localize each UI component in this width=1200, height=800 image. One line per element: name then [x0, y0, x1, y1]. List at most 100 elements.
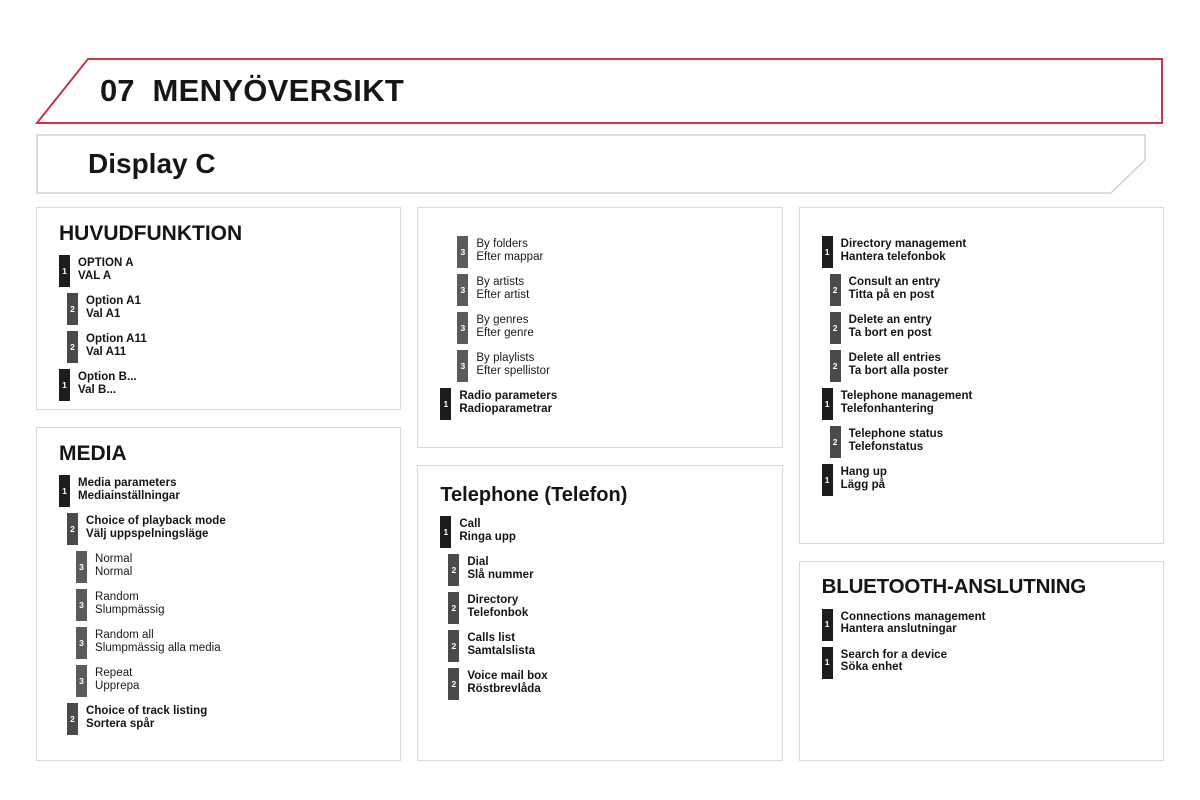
menu-entry-labels: Delete all entries Ta bort alla poster	[849, 350, 949, 378]
menu-entry-label-sv: Röstbrevlåda	[467, 682, 541, 695]
menu-entry-label-sv: Hantera anslutningar	[840, 623, 957, 636]
menu-entry-label-en: Dial	[467, 556, 489, 568]
entry-list-media: 1 Media parameters Mediainställningar 2 Choi…	[59, 475, 386, 736]
entry-list-media-continued: 3 By folders Efter mappar 3 By artists Efter …	[440, 236, 767, 420]
level-badge: 2	[448, 592, 460, 624]
menu-entry-label-en: By folders	[476, 238, 528, 250]
menu-entry: 2 Directory Telefonbok	[448, 592, 767, 624]
level-badge: 1	[821, 388, 833, 420]
chapter-heading: 07 MENYÖVERSIKT	[100, 58, 404, 124]
level-badge: 2	[448, 554, 460, 586]
menu-entry-labels: Repeat Upprepa	[95, 665, 139, 693]
menu-entry-label-en: Directory management	[840, 238, 967, 250]
menu-entry-label-en: Random	[95, 591, 139, 604]
menu-entry-labels: Random Slumpmässig	[95, 589, 165, 617]
menu-entry-label-sv: Val B...	[78, 383, 117, 396]
menu-entry-label-sv: Mediainställningar	[78, 489, 180, 502]
menu-entry-labels: By genres Efter genre	[476, 312, 533, 340]
display-subtitle: Display C	[88, 148, 216, 179]
entry-list-huvudfunktion: 1 OPTION A VAL A 2 Option A1 Val A1 2 Option A1…	[59, 255, 386, 402]
entry-list-bluetooth: 1 Connections management Hantera anslutnin…	[821, 608, 1149, 679]
menu-entry-label-en: Choice of track listing	[86, 705, 208, 718]
menu-entry-label-en: Normal	[95, 553, 133, 566]
level-badge: 1	[821, 646, 833, 679]
menu-entry: 1 Call Ringa upp	[440, 516, 767, 548]
page-title: MENYÖVERSIKT	[152, 73, 405, 108]
menu-entry-labels: Connections management Hantera anslutning…	[841, 609, 986, 637]
menu-entry-label-sv: Ta bort en post	[848, 326, 932, 339]
menu-entry: 2 Telephone status Telefonstatus	[829, 426, 1149, 458]
menu-entry: 3 By playlists Efter spellistor	[457, 350, 767, 382]
level-badge: 3	[457, 236, 469, 268]
panel-title-media: MEDIA	[59, 442, 127, 465]
menu-entry-labels: By folders Efter mappar	[476, 236, 543, 264]
menu-entry: 1 Telephone management Telefonhantering	[821, 388, 1149, 420]
menu-entry: 2 Delete all entries Ta bort alla poster	[829, 350, 1149, 382]
menu-entry-label-sv: Välj uppspelningsläge	[86, 527, 209, 540]
menu-entry-label-sv: Sortera spår	[86, 717, 155, 730]
menu-entry: 3 Normal Normal	[76, 551, 386, 584]
menu-entry-label-en: Voice mail box	[467, 670, 548, 682]
chapter-number: 07	[100, 73, 135, 108]
menu-entry-label-sv: Telefonstatus	[848, 440, 924, 453]
column-right: 1 Directory management Hantera telefonbok 2…	[798, 207, 1164, 761]
entry-list-directory: 1 Directory management Hantera telefonbok 2…	[821, 236, 1149, 496]
menu-entry-labels: Choice of track listing Sortera spår	[86, 703, 207, 731]
menu-entry-labels: Search for a device Söka enhet	[841, 647, 947, 675]
menu-entry: 3 Random all Slumpmässig alla media	[76, 627, 386, 660]
menu-entry-label-en: Delete an entry	[848, 314, 932, 326]
menu-entry: 2 Option A11 Val A11	[67, 331, 386, 364]
manual-page: 07 MENYÖVERSIKT Display C HUVUDFUNKTION …	[0, 0, 1200, 800]
level-badge: 3	[76, 551, 87, 584]
menu-entry-label-en: By genres	[476, 314, 529, 326]
menu-entry: 1 Connections management Hantera anslutnin…	[821, 608, 1149, 641]
level-badge: 2	[829, 350, 841, 382]
menu-entry: 2 Option A1 Val A1	[67, 293, 386, 326]
menu-entry-label-en: Media parameters	[78, 477, 177, 490]
menu-entry-label-en: Hang up	[840, 466, 888, 478]
menu-entry-labels: Radio parameters Radioparametrar	[459, 388, 557, 416]
panel-media: MEDIA 1 Media parameters Mediainställninga…	[36, 427, 402, 761]
menu-entry-labels: Telephone status Telefonstatus	[849, 426, 944, 454]
menu-entry-label-en: Telephone management	[840, 390, 973, 402]
menu-entry: 1 Radio parameters Radioparametrar	[440, 388, 767, 420]
level-badge: 2	[67, 331, 78, 364]
menu-entry-labels: Telephone management Telefonhantering	[841, 388, 973, 416]
level-badge: 2	[67, 293, 78, 326]
menu-entry-labels: Dial Slå nummer	[467, 554, 533, 582]
level-badge: 3	[457, 312, 469, 344]
menu-entry-label-en: OPTION A	[78, 257, 134, 270]
menu-entry: 2 Consult an entry Titta på en post	[829, 274, 1149, 306]
menu-entry: 1 Option B... Val B...	[59, 369, 386, 402]
menu-entry-labels: Random all Slumpmässig alla media	[95, 627, 221, 655]
menu-entry: 3 By artists Efter artist	[457, 274, 767, 306]
menu-entry-label-en: Option A11	[86, 333, 147, 346]
panel-media-continued: 3 By folders Efter mappar 3 By artists Efter …	[417, 207, 783, 448]
level-badge: 1	[440, 388, 452, 420]
menu-entry-label-sv: Telefonbok	[467, 606, 529, 619]
menu-entry-label-sv: Samtalslista	[467, 644, 536, 657]
level-badge: 2	[829, 274, 841, 306]
menu-entry: 3 By folders Efter mappar	[457, 236, 767, 268]
menu-entry-labels: Option A11 Val A11	[86, 331, 147, 359]
menu-entry-label-sv: Telefonhantering	[840, 402, 934, 415]
menu-entry-label-sv: Slå nummer	[467, 568, 534, 581]
menu-entry-labels: Option A1 Val A1	[86, 293, 141, 321]
menu-entry-label-en: Repeat	[95, 667, 133, 680]
panel-huvudfunktion: HUVUDFUNKTION 1 OPTION A VAL A 2 Option A1 Va…	[36, 207, 402, 410]
menu-entry-label-en: Radio parameters	[459, 390, 558, 402]
panel-bluetooth: BLUETOOTH-ANSLUTNING 1 Connections manage…	[798, 561, 1164, 761]
menu-entry-label-sv: Efter genre	[476, 326, 534, 339]
level-badge: 1	[59, 475, 70, 508]
level-badge: 2	[67, 513, 78, 546]
column-left: HUVUDFUNKTION 1 OPTION A VAL A 2 Option A1 Va…	[36, 207, 402, 761]
level-badge: 2	[448, 630, 460, 662]
menu-entry-label-sv: Radioparametrar	[459, 402, 553, 415]
menu-entry-label-en: Random all	[95, 629, 154, 642]
menu-entry-labels: Option B... Val B...	[78, 369, 137, 397]
menu-entry-labels: Delete an entry Ta bort en post	[849, 312, 932, 340]
menu-entry-label-sv: Ta bort alla poster	[848, 364, 949, 377]
menu-entry: 2 Calls list Samtalslista	[448, 630, 767, 662]
menu-entry-label-en: Telephone status	[848, 428, 944, 440]
menu-entry-labels: Consult an entry Titta på en post	[849, 274, 941, 302]
